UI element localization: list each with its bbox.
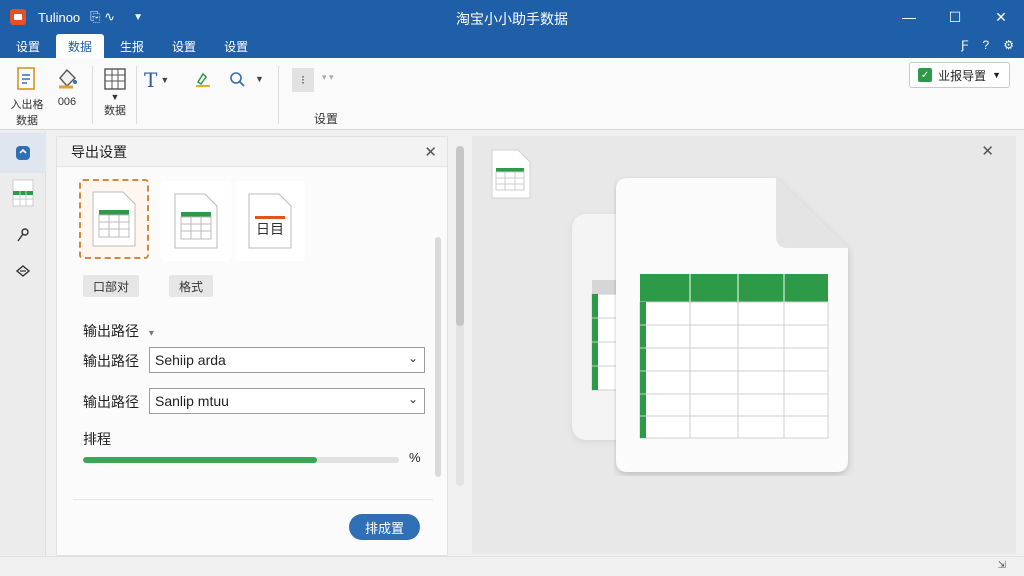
quick-access-dropdown-icon[interactable]: ▼ <box>133 12 143 23</box>
chevron-down-icon[interactable]: ▼ <box>111 92 120 102</box>
import-sub-label: 数据 <box>16 115 38 127</box>
spreadsheet-thumbnail-icon[interactable] <box>490 148 532 200</box>
tab-settings-2[interactable]: 设置 <box>160 34 208 58</box>
data-table-button[interactable]: ▼ 数据 <box>98 66 132 118</box>
tab-settings-3[interactable]: 设置 <box>212 34 260 58</box>
paint-bucket-icon <box>59 68 77 89</box>
minimize-button[interactable]: — <box>886 0 932 34</box>
vertical-scrollbar[interactable] <box>456 146 464 486</box>
import-label: 入出格 <box>10 99 44 111</box>
output-path-value-2: Sanlip mtuu <box>155 393 229 409</box>
output-path-label-2: 输出路径 <box>83 394 139 410</box>
sidebar-item-layers[interactable] <box>0 251 46 291</box>
sidebar-item-pin[interactable] <box>0 215 46 255</box>
ribbon-divider <box>136 66 137 124</box>
document-icon <box>17 67 35 90</box>
format-label-2: 格式 <box>169 275 214 297</box>
help-icon[interactable]: ? <box>983 38 990 52</box>
checkmark-icon: ✓ <box>918 68 933 82</box>
left-sidebar <box>0 131 46 571</box>
window-title: 淘宝小小助手数据 <box>456 11 568 27</box>
chevron-down-icon[interactable]: ▾ ▾ <box>322 72 334 83</box>
chevron-down-icon[interactable]: ▼ <box>992 70 1001 80</box>
progress-bar <box>83 457 399 463</box>
ribbon-toolbar: 入出格 数据 006 ▼ 数据 T ▼ ▼ ⁝ ▾ ▾ 设置 ✓ 业报导置 ▼ <box>0 58 1024 130</box>
search-tool-button[interactable]: ▼ <box>228 70 264 88</box>
close-button[interactable]: ✕ <box>978 0 1024 34</box>
format-option-excel[interactable] <box>79 179 149 259</box>
format-option-pdf[interactable]: 日目 <box>235 181 305 261</box>
layers-icon <box>15 265 31 277</box>
ribbon-divider <box>92 66 93 124</box>
output-path-label-1: 输出路径 <box>83 353 139 369</box>
output-path-header[interactable]: 输出路径 ▾ <box>83 321 154 341</box>
sidebar-item-sheet[interactable] <box>0 173 46 213</box>
tab-data[interactable]: 数据 <box>56 34 105 58</box>
output-path-select-1[interactable]: Sehiip arda ⌄ <box>149 347 425 373</box>
pin-icon <box>17 228 29 242</box>
spreadsheet-icon <box>174 193 218 249</box>
spreadsheet-icon <box>12 179 34 207</box>
chevron-down-icon[interactable]: ▼ <box>160 75 169 85</box>
chevron-down-icon[interactable]: ▼ <box>255 74 264 84</box>
status-bar: ⇲ <box>0 556 1024 576</box>
gear-icon[interactable]: ⚙ <box>1003 38 1014 52</box>
shield-icon <box>16 146 30 160</box>
scrollbar-thumb[interactable] <box>456 146 464 326</box>
submit-button[interactable]: 排成置 <box>349 514 421 540</box>
preview-spreadsheet-document <box>616 178 848 472</box>
resize-grip-icon[interactable]: ⇲ <box>998 560 1006 571</box>
ribbon-divider <box>278 66 279 124</box>
output-path-header-label: 输出路径 <box>83 323 139 339</box>
export-settings-panel: 导出设置 ✕ 日目 口部对 格式 输出路径 ▾ 输出路径 Sehiip arda… <box>56 136 448 556</box>
close-icon[interactable]: ✕ <box>424 143 437 161</box>
table-icon <box>104 68 126 90</box>
quick-access-toolbar[interactable]: ⎘ ∿ <box>90 9 115 25</box>
highlighter-icon <box>196 72 210 87</box>
close-icon[interactable]: ✕ <box>981 142 994 160</box>
menu-tabs: 设置 数据 生报 设置 设置 Ƒ ? ⚙ <box>0 34 1024 58</box>
preview-area: ✕ <box>472 136 1016 554</box>
spreadsheet-icon <box>92 191 136 247</box>
fill-button[interactable]: 006 <box>50 66 84 108</box>
tab-report[interactable]: 生报 <box>108 34 156 58</box>
import-button[interactable]: 入出格 数据 <box>10 66 44 128</box>
output-path-select-2[interactable]: Sanlip mtuu ⌄ <box>149 388 425 414</box>
maximize-button[interactable]: ☐ <box>932 0 978 34</box>
sidebar-item-home[interactable] <box>0 133 46 173</box>
app-name: Tulinoo <box>38 9 81 25</box>
panel-scrollbar[interactable] <box>435 237 441 477</box>
progress-fill <box>83 457 317 463</box>
app-logo-icon <box>10 9 26 25</box>
ribbon-group-label: 设置 <box>314 112 339 126</box>
divider <box>73 499 433 500</box>
chevron-down-icon[interactable]: ▾ <box>149 328 154 339</box>
format-label-1: 口部对 <box>83 275 140 297</box>
more-dropdown[interactable]: ▾ ▾ <box>322 72 334 83</box>
pdf-icon: 日目 <box>248 193 292 249</box>
number-format-icon: ⁝ <box>301 73 305 87</box>
chevron-down-icon: ⌄ <box>407 351 418 365</box>
title-bar: Tulinoo ⎘ ∿ ▼ 淘宝小小助手数据 — ☐ ✕ <box>0 0 1024 34</box>
data-table-label: 数据 <box>104 105 126 117</box>
export-guide-button[interactable]: ✓ 业报导置 ▼ <box>909 62 1010 88</box>
search-icon <box>230 72 245 87</box>
highlight-button[interactable] <box>194 70 212 88</box>
tab-settings[interactable]: 设置 <box>4 34 52 58</box>
export-guide-label: 业报导置 <box>938 68 987 83</box>
text-icon: T <box>144 68 158 92</box>
pdf-icon-text: 日目 <box>256 222 284 238</box>
format-option-sheet[interactable] <box>161 181 231 261</box>
number-format-button[interactable]: ⁝ <box>292 68 314 92</box>
progress-label: 排程 <box>83 431 111 447</box>
progress-end-label: % <box>409 450 421 465</box>
account-icon[interactable]: Ƒ <box>961 38 968 52</box>
chevron-down-icon: ⌄ <box>407 392 418 406</box>
panel-title: 导出设置 <box>57 137 447 167</box>
fill-label: 006 <box>57 96 77 108</box>
text-tool-button[interactable]: T ▼ <box>144 68 169 92</box>
output-path-value-1: Sehiip arda <box>155 352 226 368</box>
